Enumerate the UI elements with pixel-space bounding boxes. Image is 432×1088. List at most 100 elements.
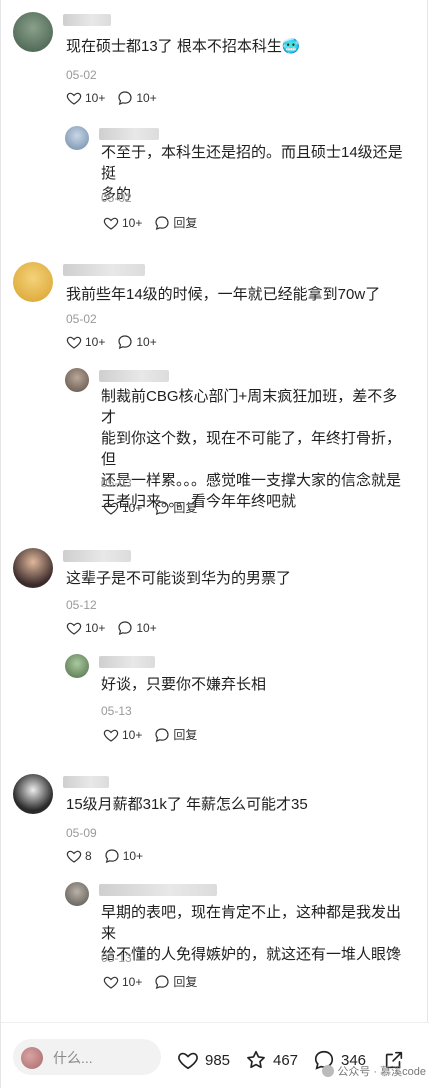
avatar bbox=[21, 1047, 43, 1069]
star-icon bbox=[247, 1050, 265, 1069]
avatar[interactable] bbox=[13, 12, 53, 52]
like-button[interactable]: 8 bbox=[66, 848, 92, 864]
avatar[interactable] bbox=[65, 882, 89, 906]
like-button[interactable]: 10+ bbox=[103, 727, 142, 743]
reply-count-button[interactable]: 10+ bbox=[117, 90, 157, 106]
reply-label: 回复 bbox=[173, 975, 198, 989]
reply-text: 制裁前CBG核心部门+周末疯狂加班，差不多才 能到你这个数，现在不可能了，年终打… bbox=[101, 388, 402, 510]
like-button[interactable]: 10+ bbox=[66, 620, 105, 636]
like-button[interactable]: 10+ bbox=[103, 215, 142, 231]
comment-text: 我前些年14级的时候，一年就已经能拿到70w了 bbox=[66, 286, 381, 303]
heart-icon bbox=[66, 336, 82, 349]
reply-text: 不至于，本科生还是招的。而且硕士14级还是挺 多的 bbox=[101, 144, 403, 203]
heart-icon bbox=[66, 92, 82, 105]
username[interactable] bbox=[63, 776, 109, 788]
avatar[interactable] bbox=[65, 654, 89, 678]
comment-text: 现在硕士都13了 根本不招本科生🥶 bbox=[66, 38, 301, 55]
like-count: 10+ bbox=[122, 215, 143, 230]
reply-date: 05-13 bbox=[101, 951, 132, 965]
reply-label: 回复 bbox=[173, 728, 198, 742]
reply-actions: 10+ 回复 bbox=[103, 726, 209, 743]
username[interactable] bbox=[99, 128, 159, 140]
reply-date: 05-02 bbox=[101, 191, 132, 205]
wechat-icon bbox=[322, 1065, 335, 1077]
username[interactable] bbox=[99, 656, 155, 668]
like-count: 10+ bbox=[85, 621, 106, 635]
reply-actions: 10+ 回复 bbox=[103, 499, 209, 516]
favorite-count: 467 bbox=[273, 1051, 299, 1069]
reply-count: 10+ bbox=[136, 621, 157, 635]
like-button[interactable]: 10+ bbox=[103, 500, 142, 516]
reply-text: 好谈，只要你不嫌弃长相 bbox=[101, 676, 267, 693]
reply-count-button[interactable]: 10+ bbox=[117, 620, 157, 636]
comment-date: 05-02 bbox=[66, 68, 97, 82]
comment-text: 这辈子是不可能谈到华为的男票了 bbox=[66, 570, 292, 587]
comment-actions: 8 10+ bbox=[66, 848, 155, 864]
comment-date: 05-09 bbox=[66, 826, 97, 840]
like-count: 10+ bbox=[85, 91, 106, 105]
heart-icon bbox=[178, 1052, 198, 1070]
comment-icon bbox=[155, 727, 169, 742]
avatar[interactable] bbox=[65, 126, 89, 150]
username[interactable] bbox=[99, 884, 217, 896]
reply-count-button[interactable]: 10+ bbox=[104, 848, 143, 864]
watermark: 公众号 · 慕溪code bbox=[322, 1063, 426, 1079]
reply-label: 回复 bbox=[173, 216, 198, 230]
avatar[interactable] bbox=[65, 368, 89, 392]
comment-actions: 10+ 10+ bbox=[66, 334, 169, 350]
input-placeholder: 什么... bbox=[53, 1050, 93, 1066]
comment-input[interactable]: 什么... bbox=[13, 1039, 161, 1075]
watermark-text: 公众号 · 慕溪code bbox=[337, 1066, 426, 1078]
like-button[interactable]: 985 bbox=[177, 1049, 230, 1071]
reply-button[interactable]: 回复 bbox=[154, 214, 197, 231]
reply-actions: 10+ 回复 bbox=[103, 973, 209, 990]
heart-icon bbox=[66, 622, 82, 635]
comment-icon bbox=[118, 335, 132, 349]
like-count: 985 bbox=[205, 1051, 231, 1069]
like-count: 10+ bbox=[122, 727, 143, 742]
reply-date: 05-03 bbox=[101, 476, 132, 490]
heart-icon bbox=[103, 976, 119, 989]
username[interactable] bbox=[63, 550, 131, 562]
like-count: 8 bbox=[85, 849, 92, 863]
comment-icon bbox=[118, 91, 132, 105]
avatar[interactable] bbox=[13, 774, 53, 814]
like-count: 10+ bbox=[122, 974, 143, 989]
reply-count: 10+ bbox=[136, 91, 157, 105]
reply-count: 10+ bbox=[136, 335, 157, 349]
reply-button[interactable]: 回复 bbox=[154, 726, 197, 743]
heart-icon bbox=[103, 502, 119, 515]
comment-icon bbox=[155, 215, 169, 230]
comment-icon bbox=[105, 849, 119, 863]
comment-date: 05-02 bbox=[66, 312, 97, 326]
username[interactable] bbox=[63, 14, 111, 26]
reply-button[interactable]: 回复 bbox=[154, 973, 197, 990]
reply-text: 早期的表吧，现在肯定不止，这种都是我发出来 给不懂的人免得嫉妒的，就这还有一堆人… bbox=[101, 904, 402, 963]
like-button[interactable]: 10+ bbox=[103, 974, 142, 990]
like-count: 10+ bbox=[122, 500, 143, 515]
avatar[interactable] bbox=[13, 262, 53, 302]
reply-actions: 10+ 回复 bbox=[103, 214, 209, 231]
comment-panel: 现在硕士都13了 根本不招本科生🥶 05-02 10+ 10+ 不至于，本科生还… bbox=[0, 0, 429, 1088]
heart-icon bbox=[103, 729, 119, 742]
comment-actions: 10+ 10+ bbox=[66, 90, 169, 106]
favorite-button[interactable]: 467 bbox=[245, 1049, 298, 1071]
comment-icon bbox=[155, 974, 169, 989]
heart-icon bbox=[66, 850, 82, 863]
like-button[interactable]: 10+ bbox=[66, 334, 105, 350]
avatar[interactable] bbox=[13, 548, 53, 588]
username[interactable] bbox=[99, 370, 169, 382]
comment-text: 15级月薪都31k了 年薪怎么可能才35 bbox=[66, 796, 308, 813]
comment-icon bbox=[155, 500, 169, 515]
heart-icon bbox=[103, 217, 119, 230]
comment-icon bbox=[118, 621, 132, 635]
reply-button[interactable]: 回复 bbox=[154, 499, 197, 516]
reply-date: 05-13 bbox=[101, 704, 132, 718]
comment-actions: 10+ 10+ bbox=[66, 620, 169, 636]
reply-label: 回复 bbox=[173, 501, 198, 515]
username[interactable] bbox=[63, 264, 145, 276]
reply-count-button[interactable]: 10+ bbox=[117, 334, 157, 350]
like-button[interactable]: 10+ bbox=[66, 90, 105, 106]
reply-count: 10+ bbox=[122, 849, 144, 863]
comment-date: 05-12 bbox=[66, 598, 97, 612]
